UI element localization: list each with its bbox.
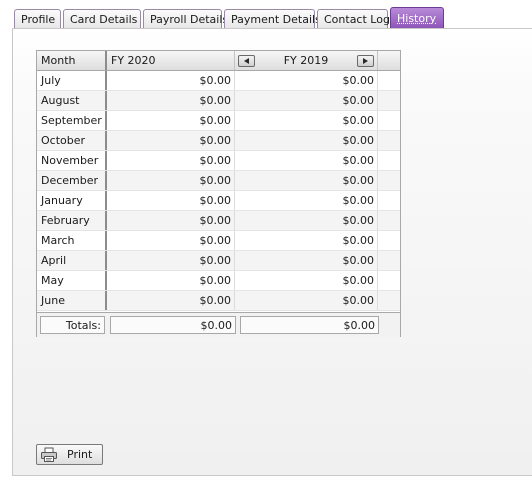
fy-2020-total: $0.00 xyxy=(110,316,236,334)
fy-2019-cell: $0.00 xyxy=(235,91,378,110)
month-cell: November xyxy=(37,151,107,170)
month-cell: January xyxy=(37,191,107,210)
fy-2020-cell: $0.00 xyxy=(107,151,235,170)
fy-2019-cell: $0.00 xyxy=(235,151,378,170)
fy-2020-cell: $0.00 xyxy=(107,191,235,210)
table-row[interactable]: February $0.00 $0.00 xyxy=(37,211,400,231)
fy-2020-cell: $0.00 xyxy=(107,91,235,110)
table-row[interactable]: May $0.00 $0.00 xyxy=(37,271,400,291)
tab-payroll-details[interactable]: Payroll Details xyxy=(143,9,228,28)
row-filler xyxy=(378,91,400,110)
fy-2019-cell: $0.00 xyxy=(235,71,378,90)
fy-2019-cell: $0.00 xyxy=(235,271,378,290)
fy-2020-cell: $0.00 xyxy=(107,271,235,290)
month-cell: August xyxy=(37,91,107,110)
row-filler xyxy=(378,131,400,150)
next-year-button[interactable] xyxy=(357,54,374,67)
fy-2019-cell: $0.00 xyxy=(235,211,378,230)
fy-2020-cell: $0.00 xyxy=(107,231,235,250)
table-row[interactable]: December $0.00 $0.00 xyxy=(37,171,400,191)
month-cell: May xyxy=(37,271,107,290)
printer-icon xyxy=(41,447,57,462)
tab-contact-log[interactable]: Contact Log xyxy=(317,9,390,28)
fy-2019-cell: $0.00 xyxy=(235,251,378,270)
history-grid: Month FY 2020 FY 2019 July $0.00 $0.00 Aug… xyxy=(36,50,401,337)
fy-2019-cell: $0.00 xyxy=(235,231,378,250)
fy-2020-cell: $0.00 xyxy=(107,291,235,310)
table-row[interactable]: November $0.00 $0.00 xyxy=(37,151,400,171)
tab-bar: Profile Card Details Payroll Details Pay… xyxy=(14,7,446,29)
row-filler xyxy=(378,151,400,170)
totals-label: Totals: xyxy=(40,316,105,334)
previous-year-button[interactable] xyxy=(238,54,255,67)
fy-2019-total: $0.00 xyxy=(240,316,379,334)
triangle-right-icon xyxy=(363,57,368,64)
month-cell: December xyxy=(37,171,107,190)
fy-2019-cell: $0.00 xyxy=(235,131,378,150)
totals-row: Totals: $0.00 $0.00 xyxy=(37,312,400,337)
tab-history[interactable]: History xyxy=(390,7,444,28)
table-row[interactable]: October $0.00 $0.00 xyxy=(37,131,400,151)
history-panel: Month FY 2020 FY 2019 July $0.00 $0.00 Aug… xyxy=(12,28,532,476)
row-filler xyxy=(378,71,400,90)
month-cell: October xyxy=(37,131,107,150)
header-filler xyxy=(378,51,400,70)
fy-2019-cell: $0.00 xyxy=(235,171,378,190)
tab-payment-details[interactable]: Payment Details xyxy=(224,9,321,28)
table-row[interactable]: April $0.00 $0.00 xyxy=(37,251,400,271)
tab-card-details[interactable]: Card Details xyxy=(63,9,141,28)
month-cell: September xyxy=(37,111,107,130)
fy-2019-cell: $0.00 xyxy=(235,291,378,310)
row-filler xyxy=(378,271,400,290)
month-cell: April xyxy=(37,251,107,270)
fy-2019-cell: $0.00 xyxy=(235,111,378,130)
table-row[interactable]: March $0.00 $0.00 xyxy=(37,231,400,251)
month-cell: March xyxy=(37,231,107,250)
table-row[interactable]: September $0.00 $0.00 xyxy=(37,111,400,131)
fy-2020-cell: $0.00 xyxy=(107,251,235,270)
triangle-left-icon xyxy=(244,57,249,64)
month-cell: February xyxy=(37,211,107,230)
row-filler xyxy=(378,111,400,130)
print-label: Print xyxy=(67,448,93,461)
fy-2019-label: FY 2019 xyxy=(283,54,329,67)
table-row[interactable]: July $0.00 $0.00 xyxy=(37,71,400,91)
row-filler xyxy=(378,231,400,250)
row-filler xyxy=(378,171,400,190)
row-filler xyxy=(378,211,400,230)
fy-2020-cell: $0.00 xyxy=(107,131,235,150)
row-filler xyxy=(378,291,400,310)
fy-2019-cell: $0.00 xyxy=(235,191,378,210)
grid-body: July $0.00 $0.00 August $0.00 $0.00 Septembe… xyxy=(37,71,400,311)
month-cell: July xyxy=(37,71,107,90)
fy-2019-column-header: FY 2019 xyxy=(235,51,378,70)
table-row[interactable]: June $0.00 $0.00 xyxy=(37,291,400,311)
fy-2020-cell: $0.00 xyxy=(107,111,235,130)
table-row[interactable]: August $0.00 $0.00 xyxy=(37,91,400,111)
month-column-header: Month xyxy=(37,51,107,70)
month-cell: June xyxy=(37,291,107,310)
table-row[interactable]: January $0.00 $0.00 xyxy=(37,191,400,211)
tab-profile[interactable]: Profile xyxy=(14,9,61,28)
row-filler xyxy=(378,191,400,210)
fy-2020-cell: $0.00 xyxy=(107,171,235,190)
fy-2020-cell: $0.00 xyxy=(107,211,235,230)
fy-2020-column-header: FY 2020 xyxy=(107,51,235,70)
grid-header: Month FY 2020 FY 2019 xyxy=(37,51,400,71)
row-filler xyxy=(378,251,400,270)
fy-2020-cell: $0.00 xyxy=(107,71,235,90)
print-button[interactable]: Print xyxy=(36,444,103,465)
